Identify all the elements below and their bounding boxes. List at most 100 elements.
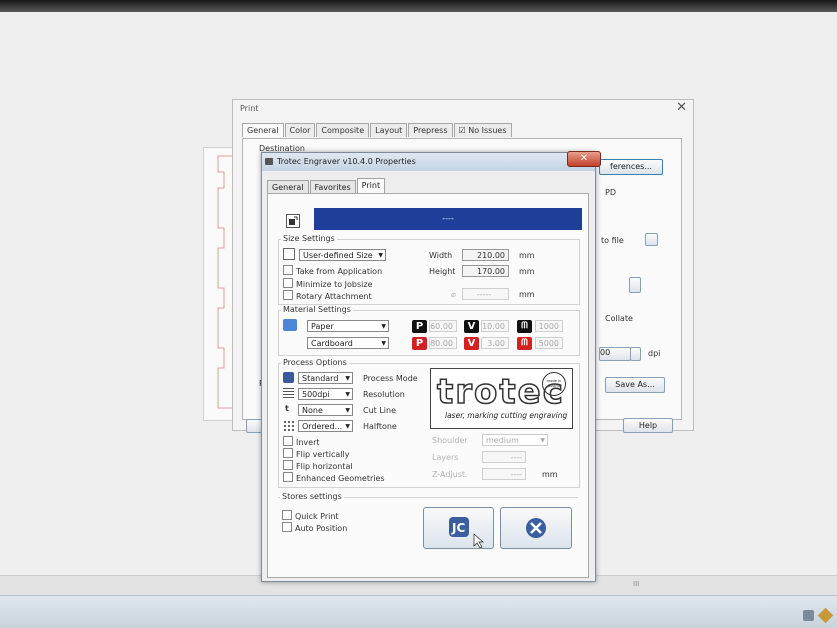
cut-line-label: Cut Line [363, 406, 397, 415]
preferences-button[interactable]: ferences... [599, 159, 663, 175]
height-unit: mm [519, 267, 535, 276]
tab-general[interactable]: General [267, 180, 309, 194]
tray-icon[interactable] [803, 610, 814, 621]
invert-checkbox[interactable]: Invert [283, 436, 320, 447]
enhanced-geometries-label: Enhanced Geometries [296, 474, 385, 483]
printer-icon [265, 158, 273, 165]
print-to-file-label: to file [601, 236, 624, 245]
flip-horizontal-checkbox[interactable]: Flip horizontal [283, 460, 353, 471]
process-options-title: Process Options [281, 358, 349, 367]
flip-vertically-label: Flip vertically [296, 450, 350, 459]
copies-spinner[interactable] [629, 277, 641, 293]
process-mode-select[interactable]: Standard ▼ [298, 372, 353, 384]
close-icon[interactable]: ✕ [676, 100, 687, 115]
resolution-select[interactable]: 500dpi ▼ [298, 388, 353, 400]
scroll-grip-icon[interactable]: III [633, 580, 639, 588]
power-field[interactable]: 60.00 [429, 320, 457, 332]
resolution-label: Resolution [363, 390, 405, 399]
flip-horizontal-label: Flip horizontal [296, 462, 353, 471]
tab-print[interactable]: Print [356, 178, 386, 194]
resolution-value: 500dpi [302, 390, 330, 399]
tab-no-issues[interactable]: ☑ No Issues [453, 123, 512, 137]
tab-prepress[interactable]: Prepress [408, 123, 453, 137]
tab-favorites[interactable]: Favorites [309, 180, 356, 194]
stores-settings-title: Stores settings [280, 492, 344, 501]
z-adjust-field[interactable]: ---- [482, 468, 526, 480]
submaterial-value: Cardboard [311, 339, 353, 348]
close-button[interactable]: ✕ [567, 151, 601, 167]
take-from-application-checkbox[interactable]: Take from Application [283, 265, 382, 276]
help-button[interactable]: Help [623, 418, 673, 433]
tab-general[interactable]: General [242, 123, 284, 137]
chevron-down-icon: ▼ [381, 340, 386, 347]
velocity-icon: V [464, 337, 479, 350]
minimize-to-jobsize-checkbox[interactable]: Minimize to Jobsize [283, 278, 373, 289]
halftone-value: Ordered... [302, 422, 343, 431]
width-label: Width [429, 251, 453, 260]
shoulder-value: medium [486, 436, 519, 445]
velocity-field[interactable]: 10.00 [481, 320, 509, 332]
height-field[interactable]: 170.00 [462, 265, 509, 277]
tab-composite[interactable]: Composite [316, 123, 370, 137]
shoulder-select[interactable]: medium ▼ [482, 434, 548, 446]
chevron-down-icon: ▼ [345, 375, 350, 382]
halftone-label: Halftone [363, 422, 397, 431]
material-select[interactable]: Paper ▼ [307, 320, 389, 332]
enhanced-geometries-checkbox[interactable]: Enhanced Geometries [283, 472, 385, 483]
cancel-icon [526, 518, 546, 538]
print-tabs: General Color Composite Layout Prepress … [242, 123, 513, 137]
flip-vertically-checkbox[interactable]: Flip vertically [283, 448, 349, 459]
tray-flag-icon[interactable] [817, 607, 834, 624]
halftone-icon [283, 420, 294, 431]
power-field[interactable]: 80.00 [429, 337, 457, 349]
cut-line-select[interactable]: None ▼ [298, 404, 353, 416]
diameter-field[interactable]: ----- [462, 288, 509, 300]
rotary-attachment-checkbox[interactable]: Rotary Attachment [283, 290, 372, 301]
job-control-icon: JC [449, 517, 484, 549]
width-unit: mm [519, 251, 535, 260]
quick-print-checkbox[interactable]: Quick Print [282, 510, 339, 521]
dpi-spinner[interactable] [630, 347, 641, 361]
print-tab-panel: ---- Size Settings User-defined Size ▼ Wi… [267, 193, 589, 578]
auto-position-checkbox[interactable]: Auto Position [282, 522, 347, 533]
process-mode-value: Standard [302, 374, 339, 383]
quick-print-label: Quick Print [295, 512, 339, 521]
frequency-field[interactable]: 5000 [535, 337, 563, 349]
taskbar [0, 595, 837, 628]
material-database-icon[interactable] [283, 319, 297, 331]
minimize-to-jobsize-label: Minimize to Jobsize [296, 280, 373, 289]
collate-label: Collate [605, 314, 633, 323]
tab-layout[interactable]: Layout [370, 123, 408, 137]
auto-position-label: Auto Position [295, 524, 348, 533]
process-options-group: Process Options Standard ▼ Process Mode 5… [278, 358, 580, 488]
frequency-field[interactable]: 1000 [535, 320, 563, 332]
cancel-button[interactable] [500, 507, 572, 549]
width-field[interactable]: 210.00 [462, 249, 509, 261]
submaterial-select[interactable]: Cardboard ▼ [307, 337, 389, 349]
issues-icon: ☑ [458, 126, 466, 135]
chevron-down-icon: ▼ [345, 423, 350, 430]
velocity-icon: V [464, 320, 479, 333]
chevron-down-icon: ▼ [345, 407, 350, 414]
process-mode-label: Process Mode [363, 374, 418, 383]
print-ok-button[interactable]: JC [423, 507, 494, 549]
dpi-label: dpi [648, 349, 661, 358]
job-preview-icon[interactable] [286, 214, 300, 228]
velocity-field[interactable]: 3.00 [481, 337, 509, 349]
chevron-down-icon: ▼ [345, 391, 350, 398]
size-settings-title: Size Settings [281, 234, 337, 243]
tab-color[interactable]: Color [284, 123, 316, 137]
made-in-austria-seal: made in austria [542, 372, 566, 396]
dpi-field[interactable]: 00 [599, 347, 631, 361]
layers-label: Layers [432, 453, 459, 462]
save-as-button[interactable]: Save As... [605, 377, 665, 393]
halftone-select[interactable]: Ordered... ▼ [298, 420, 353, 432]
power-icon: P [412, 337, 427, 350]
chevron-down-icon: ▼ [540, 437, 545, 444]
layers-field[interactable]: ---- [482, 451, 526, 463]
to-file-browse-button[interactable] [645, 233, 658, 246]
logo-tagline: laser, marking cutting engraving [445, 411, 568, 420]
shoulder-label: Shoulder [432, 436, 468, 445]
page-size-select[interactable]: User-defined Size ▼ [299, 249, 386, 261]
trotec-properties-dialog: Trotec Engraver v10.4.0 Properties ✕ Gen… [261, 151, 601, 582]
